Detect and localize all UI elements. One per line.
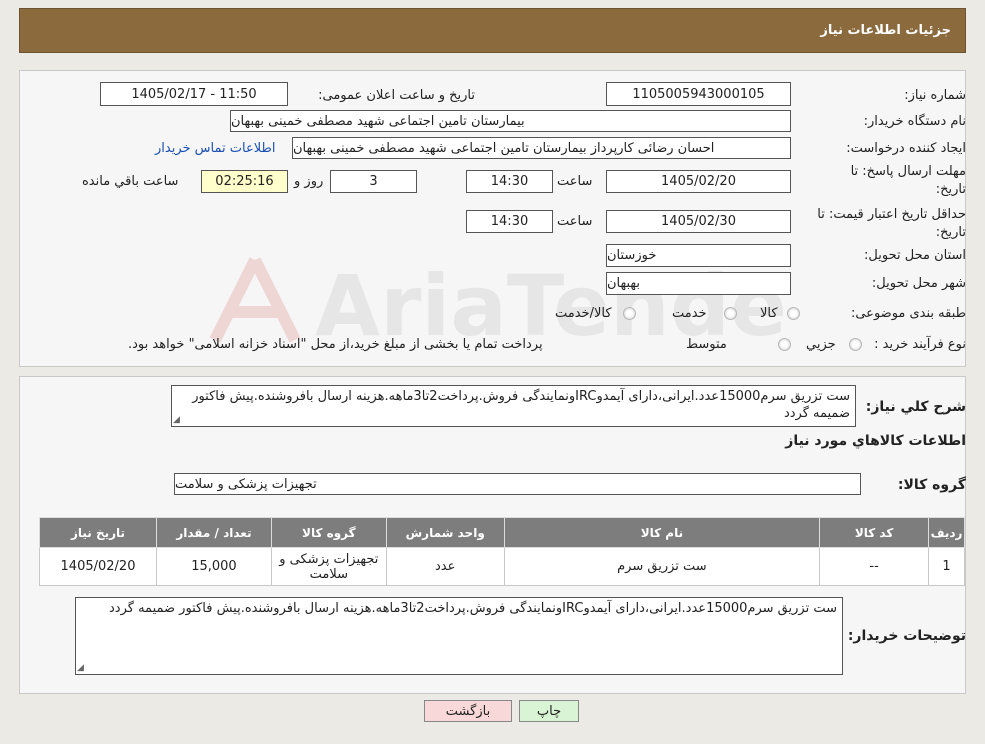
category-option-both: کالا/خدمت (555, 306, 612, 321)
buyer-notes-label: توضیحات خریدار: (847, 628, 966, 644)
deadline-time-label: ساعت (557, 174, 593, 189)
col-qty: تعداد / مقدار (156, 517, 272, 548)
summary-textarea[interactable]: ست تزریق سرم15000عدد.ایرانی،دارای آیمدوI… (171, 385, 856, 427)
items-table: ردیف کد کالا نام کالا واحد شمارش گروه کا… (38, 517, 965, 586)
cell-row: 1 (928, 547, 965, 586)
col-date: تاریخ نیاز (38, 517, 158, 548)
creator-label: ایجاد کننده درخواست: (846, 141, 966, 156)
creator-field: احسان رضائی کارپرداز بیمارستان تامین اجت… (292, 137, 791, 159)
province-field: خوزستان (606, 244, 791, 267)
deadline-date-field: 1405/02/20 (606, 170, 791, 193)
buyer-notes-resize-handle[interactable]: ◢ (77, 663, 84, 673)
cell-code: -- (819, 547, 930, 586)
validity-label-2: تاریخ: (935, 225, 966, 240)
need-number-label: شماره نیاز: (904, 88, 966, 103)
summary-resize-handle[interactable]: ◢ (173, 415, 180, 425)
buyer-org-field: بیمارستان تامین اجتماعی شهید مصطفی خمینی… (230, 110, 791, 132)
buyer-notes-textarea[interactable]: ست تزریق سرم15000عدد.ایرانی،دارای آیمدوI… (75, 597, 843, 675)
cell-unit: عدد (385, 547, 505, 586)
process-radio-minor[interactable] (849, 338, 862, 351)
page-title: جزئیات اطلاعات نیاز (820, 23, 951, 38)
days-remaining-field: 3 (330, 170, 417, 193)
deadline-label-2: تاریخ: (935, 182, 966, 197)
col-name: نام کالا (503, 517, 821, 548)
time-remaining-field: 02:25:16 (201, 170, 288, 193)
col-unit: واحد شمارش (385, 517, 505, 548)
process-option-minor: جزیي (806, 337, 836, 352)
buyer-org-label: نام دستگاه خریدار: (863, 114, 966, 129)
goods-group-field: تجهیزات پزشکی و سلامت (174, 473, 861, 495)
validity-date-field: 1405/02/30 (606, 210, 791, 233)
time-remaining-label: ساعت باقي مانده (82, 174, 179, 189)
province-label: استان محل تحویل: (864, 248, 966, 263)
col-row: ردیف (928, 517, 965, 548)
summary-label: شرح کلي نیاز: (865, 399, 966, 415)
cell-name: ست تزریق سرم (503, 547, 821, 586)
goods-group-label: گروه کالا: (897, 477, 966, 493)
category-option-service: خدمت (672, 306, 707, 321)
cell-date: 1405/02/20 (38, 547, 158, 586)
items-section-title: اطلاعات کالاهاي مورد نیاز (785, 433, 966, 449)
city-label: شهر محل تحویل: (871, 276, 966, 291)
validity-time-label: ساعت (557, 214, 593, 229)
items-table-header: ردیف کد کالا نام کالا واحد شمارش گروه کا… (38, 517, 965, 548)
col-group: گروه کالا (270, 517, 387, 548)
category-radio-both[interactable] (623, 307, 636, 320)
validity-time-field: 14:30 (466, 210, 553, 233)
category-radio-service[interactable] (724, 307, 737, 320)
need-number-field: 1105005943000105 (606, 82, 791, 106)
days-label: روز و (294, 174, 324, 189)
announce-label: تاریخ و ساعت اعلان عمومی: (318, 88, 475, 103)
table-row: 1 -- ست تزریق سرم عدد تجهیزات پزشکی و سل… (38, 547, 965, 586)
page-header: جزئیات اطلاعات نیاز (19, 8, 966, 53)
cell-group: تجهیزات پزشکی و سلامت (270, 547, 387, 586)
deadline-time-field: 14:30 (466, 170, 553, 193)
city-field: بهبهان (606, 272, 791, 295)
buyer-contact-link[interactable]: اطلاعات تماس خریدار (155, 141, 275, 156)
cell-qty: 15,000 (156, 547, 272, 586)
print-button[interactable]: چاپ (519, 700, 579, 722)
process-option-medium: متوسط (686, 337, 727, 352)
category-label: طبقه بندی موضوعی: (850, 306, 966, 321)
back-button[interactable]: بازگشت (424, 700, 512, 722)
category-option-goods: کالا (760, 306, 778, 321)
category-radio-goods[interactable] (787, 307, 800, 320)
process-label: نوع فرآیند خرید : (874, 337, 966, 352)
process-note: پرداخت تمام یا بخشی از مبلغ خرید،از محل … (128, 337, 543, 352)
deadline-label: مهلت ارسال پاسخ: تا (850, 164, 966, 179)
announce-field: 1405/02/17 - 11:50 (100, 82, 288, 106)
col-code: کد کالا (819, 517, 930, 548)
validity-label: حداقل تاریخ اعتبار قیمت: تا (817, 207, 966, 222)
process-radio-medium[interactable] (778, 338, 791, 351)
